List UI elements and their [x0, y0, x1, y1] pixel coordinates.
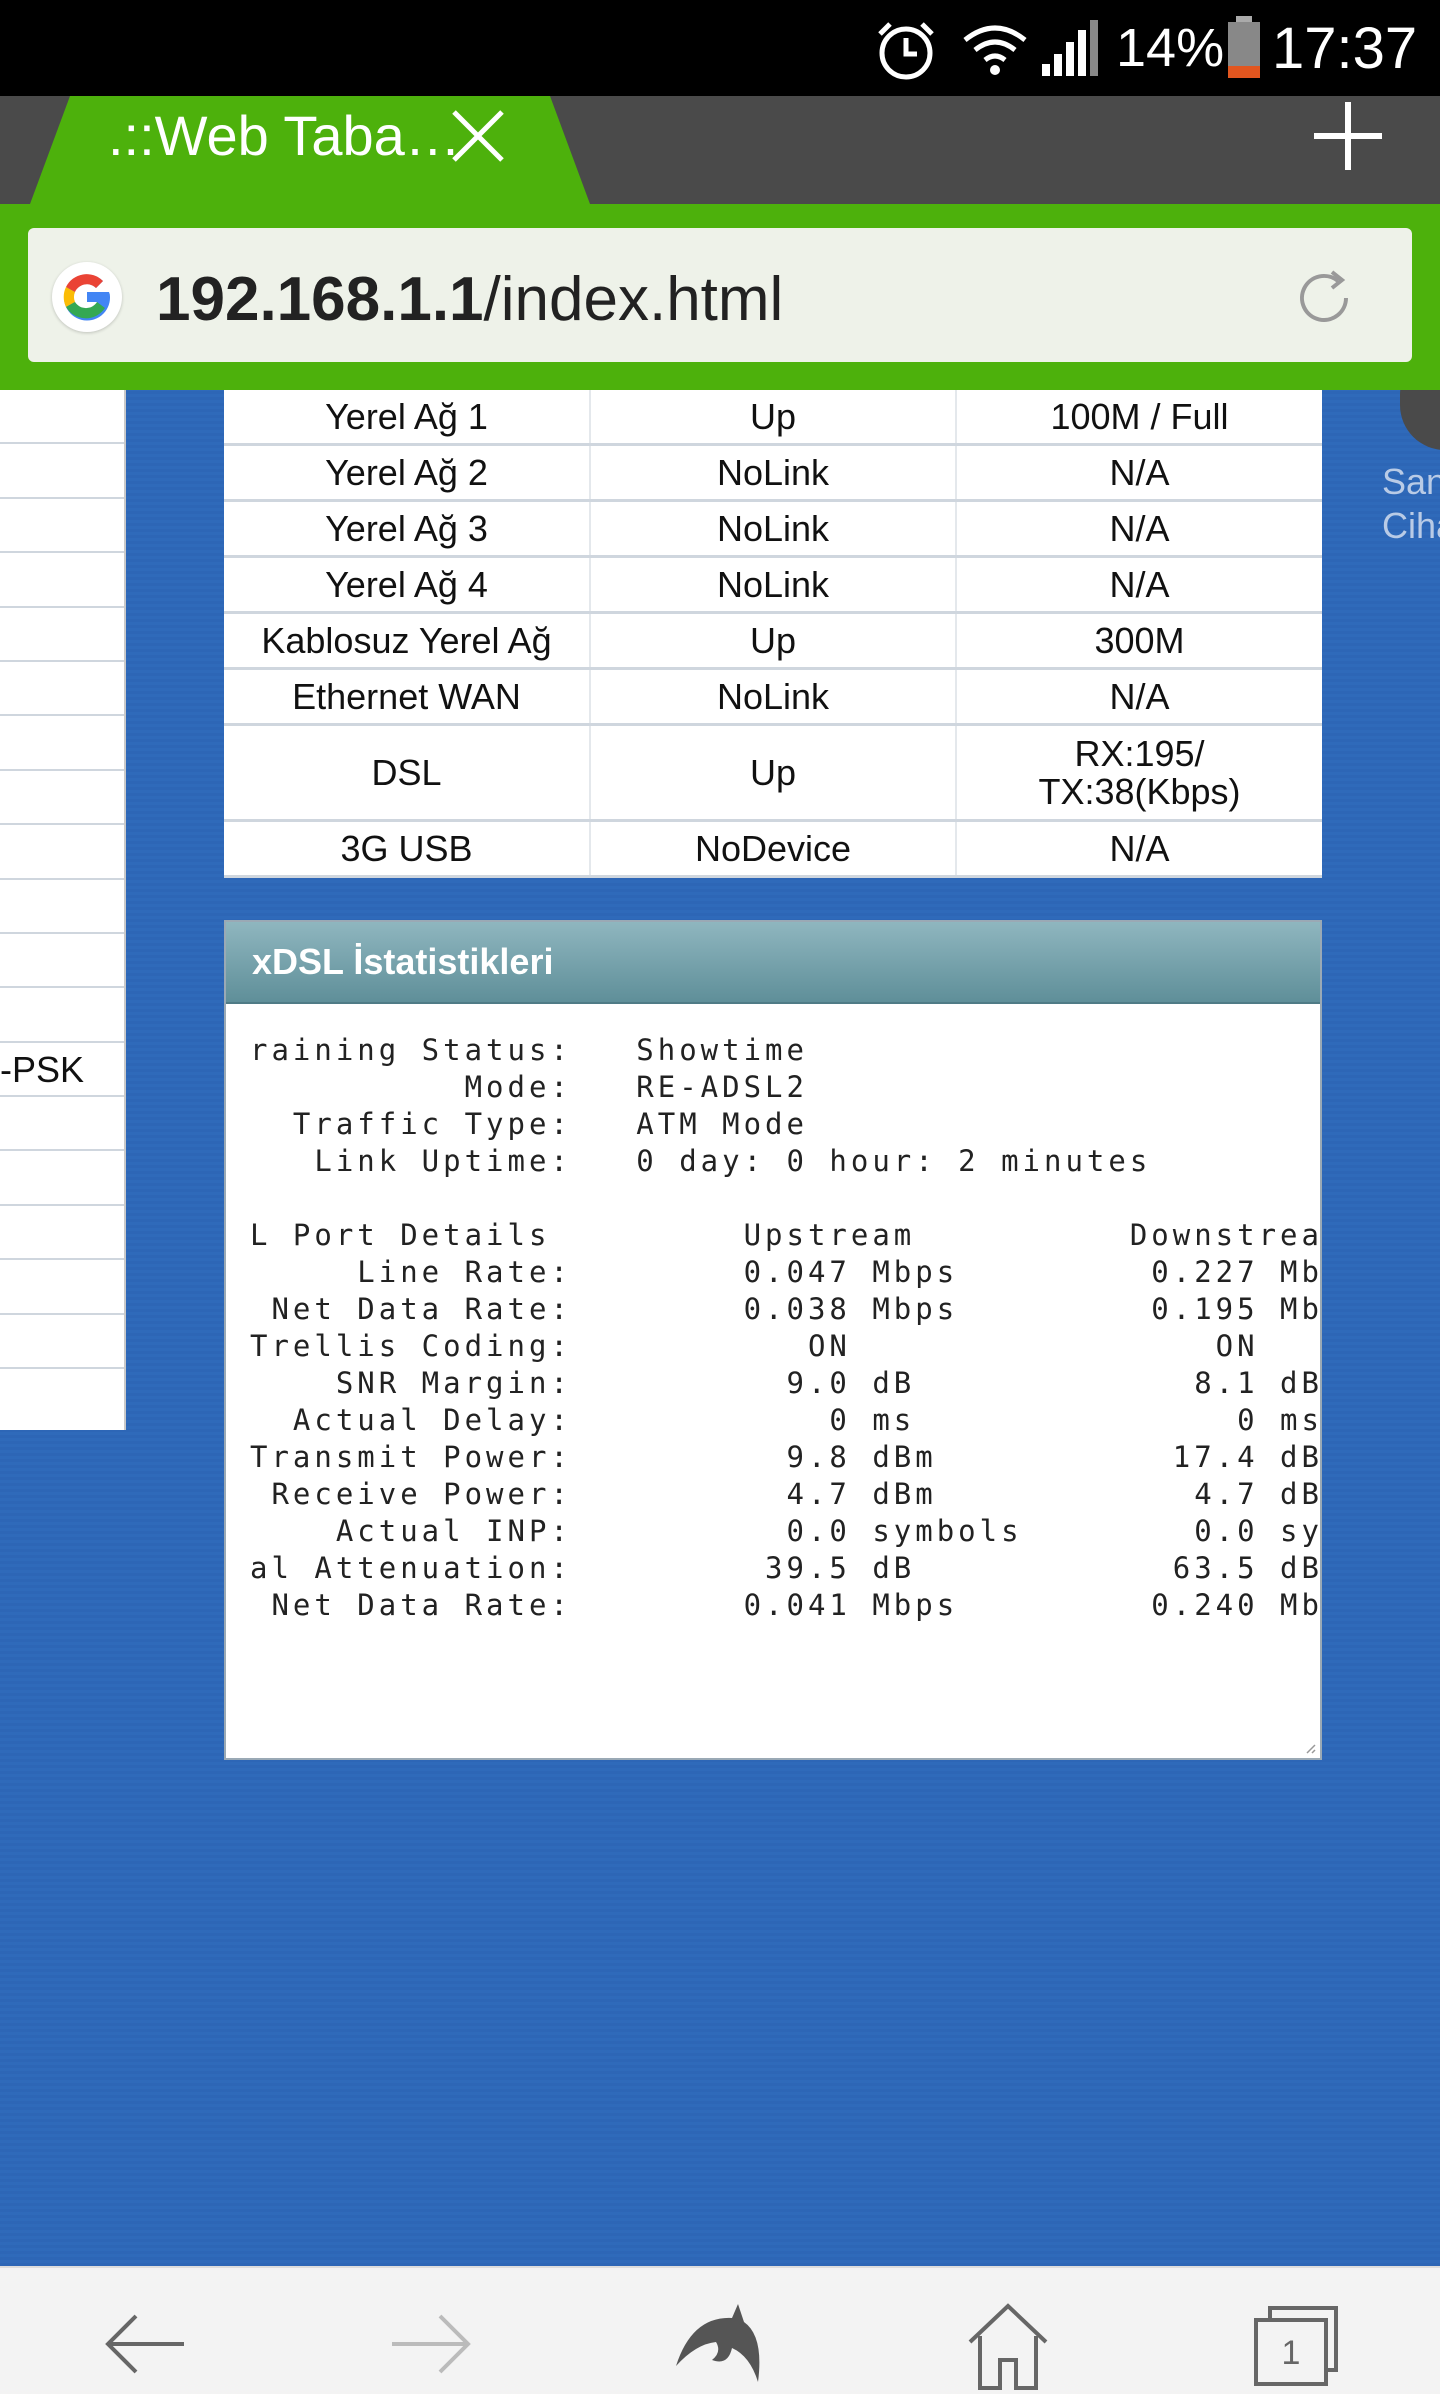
port-status: NoLink [590, 500, 957, 558]
dolphin-icon[interactable] [672, 2296, 768, 2392]
sidebar-item[interactable] [0, 1151, 124, 1206]
port-row: DSL Up RX:195/ TX:38(Kbps) [224, 724, 1322, 822]
signal-icon [1042, 20, 1098, 76]
sidebar-menu: -PSK [0, 390, 126, 1430]
home-icon[interactable] [960, 2296, 1056, 2392]
port-status: Up [590, 390, 957, 446]
sidebar-item[interactable] [0, 444, 124, 499]
port-rate: N/A [956, 668, 1322, 726]
port-row: Ethernet WAN NoLink N/A [224, 668, 1322, 726]
sidebar-item[interactable] [0, 390, 124, 445]
back-icon[interactable] [96, 2296, 192, 2392]
port-rate: 300M [956, 612, 1322, 670]
sidebar-item[interactable] [0, 662, 124, 717]
sidebar-item[interactable] [0, 1315, 124, 1370]
sidebar-item[interactable] [0, 934, 124, 989]
sidebar-item[interactable] [0, 988, 124, 1043]
tab-title[interactable]: .::Web Taba… [108, 106, 461, 166]
sidebar-item[interactable] [0, 1206, 124, 1261]
xdsl-stats-text[interactable]: raining Status: Showtime Mode: RE-ADSL2 … [250, 1032, 1320, 1624]
close-tab-icon[interactable] [448, 106, 508, 166]
port-row: Kablosuz Yerel Ağ Up 300M [224, 612, 1322, 670]
port-status: NoLink [590, 668, 957, 726]
port-row: Yerel Ağ 4 NoLink N/A [224, 556, 1322, 614]
google-icon [52, 262, 122, 332]
port-name: Yerel Ağ 2 [224, 444, 591, 502]
clock: 17:37 [1272, 15, 1418, 81]
port-status-table: Yerel Ağ 1 Up 100M / Full Yerel Ağ 2 NoLink N… [224, 390, 1322, 878]
port-status: NoDevice [590, 820, 957, 878]
url-path: /index.html [483, 265, 784, 334]
sidebar-item[interactable] [0, 553, 124, 608]
sidebar-item[interactable] [0, 716, 124, 771]
alarm-icon [878, 22, 934, 80]
port-status: NoLink [590, 556, 957, 614]
forward-icon[interactable] [384, 2296, 480, 2392]
port-name: 3G USB [224, 820, 591, 878]
right-cut-text: San Cihaz [1382, 461, 1440, 546]
port-rate: N/A [956, 500, 1322, 558]
port-row: Yerel Ağ 1 Up 100M / Full [224, 390, 1322, 446]
sidebar-item[interactable] [0, 880, 124, 934]
reload-icon[interactable] [1288, 262, 1360, 334]
port-name: Yerel Ağ 4 [224, 556, 591, 614]
sidebar-item[interactable] [0, 608, 124, 662]
sidebar-item[interactable] [0, 1260, 124, 1315]
sidebar-item[interactable] [0, 1097, 124, 1152]
port-rate: RX:195/ TX:38(Kbps) [956, 724, 1322, 822]
port-name: Kablosuz Yerel Ağ [224, 612, 591, 670]
status-bar: 14% 17:37 [0, 0, 1440, 96]
port-name: Yerel Ağ 3 [224, 500, 591, 558]
sidebar-item[interactable] [0, 499, 124, 554]
xdsl-stats-panel: xDSL İstatistikleri raining Status: Show… [224, 920, 1322, 1760]
web-page: San Cihaz -PSK Yerel Ağ 1Up100M / FullYe… [0, 390, 1440, 2266]
tabs-count: 1 [1282, 2334, 1301, 2372]
port-row: 3G USB NoDevice N/A [224, 820, 1322, 878]
port-name: Ethernet WAN [224, 668, 591, 726]
port-name: DSL [224, 724, 591, 822]
xdsl-title: xDSL İstatistikleri [226, 922, 1320, 1004]
new-tab-icon[interactable] [1310, 98, 1386, 174]
tabs-icon[interactable]: 1 [1248, 2296, 1344, 2392]
port-row: Yerel Ağ 2 NoLink N/A [224, 444, 1322, 502]
sidebar-item-psk[interactable]: -PSK [0, 1043, 124, 1098]
battery-icon [1228, 16, 1260, 78]
port-name: Yerel Ağ 1 [224, 390, 591, 446]
port-row: Yerel Ağ 3 NoLink N/A [224, 500, 1322, 558]
sidebar-item[interactable] [0, 825, 124, 880]
port-rate: N/A [956, 820, 1322, 878]
side-button[interactable] [1400, 390, 1440, 450]
port-rate: N/A [956, 556, 1322, 614]
port-status: Up [590, 612, 957, 670]
wifi-icon [963, 25, 1027, 75]
port-rate: N/A [956, 444, 1322, 502]
resize-grip-icon[interactable] [1302, 1740, 1316, 1754]
sidebar-item[interactable] [0, 771, 124, 826]
url-host: 192.168.1.1 [156, 265, 484, 334]
port-status: NoLink [590, 444, 957, 502]
battery-percent: 14% [1116, 18, 1225, 78]
port-rate: 100M / Full [956, 390, 1322, 446]
url-text[interactable]: 192.168.1.1/index.html [156, 262, 783, 338]
port-status: Up [590, 724, 957, 822]
